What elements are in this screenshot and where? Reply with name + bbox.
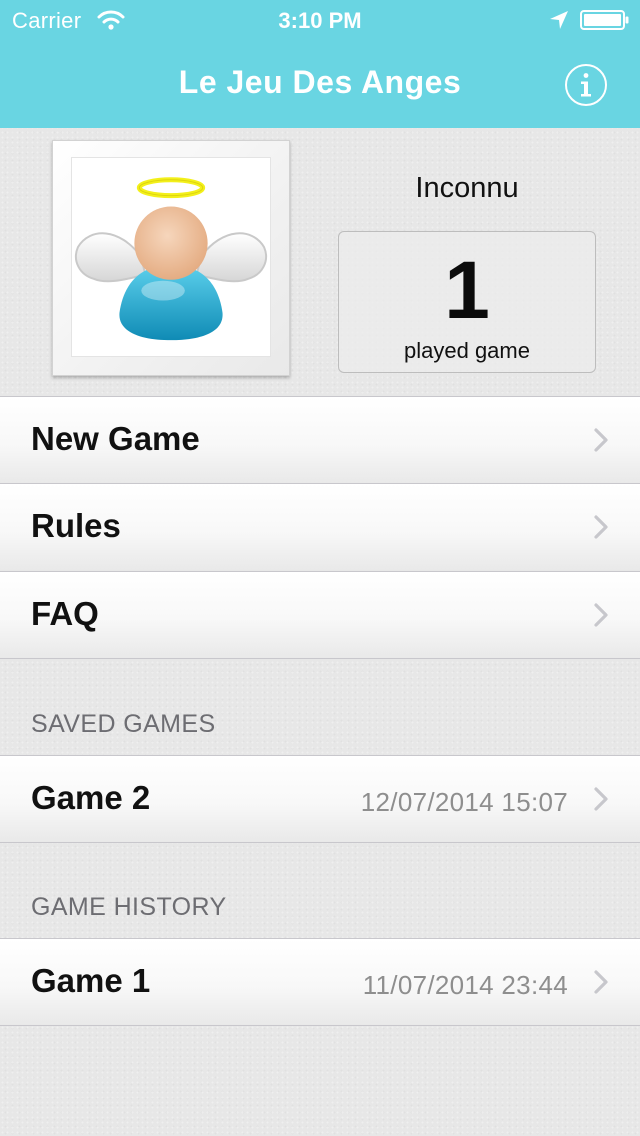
rules-label: Rules	[31, 507, 121, 544]
player-name: Inconnu	[415, 172, 519, 204]
battery-icon	[580, 10, 629, 30]
saved-game-title: Game 2	[31, 779, 151, 816]
rules-button[interactable]: Rules	[0, 484, 640, 570]
faq-button[interactable]: FAQ	[0, 572, 640, 658]
chevron-right-icon	[594, 970, 608, 994]
new-game-label: New Game	[31, 420, 200, 457]
divider	[0, 658, 640, 659]
game-history-header: GAME HISTORY	[31, 893, 227, 921]
chevron-right-icon	[594, 603, 608, 627]
profile-header: Inconnu 1 played game	[0, 128, 640, 396]
info-icon[interactable]	[564, 63, 608, 107]
avatar	[71, 157, 271, 357]
status-time: 3:10 PM	[278, 8, 362, 33]
angel-avatar-icon	[74, 177, 268, 341]
avatar-frame	[52, 140, 290, 376]
history-game-date: 11/07/2014 23:44	[362, 970, 568, 1000]
chevron-right-icon	[594, 787, 608, 811]
top-bar: Carrier 3:10 PM Le Jeu Des Anges	[0, 0, 640, 128]
history-game-row[interactable]: Game 1 11/07/2014 23:44	[0, 939, 640, 1025]
divider	[0, 842, 640, 843]
page-title: Le Jeu Des Anges	[178, 64, 462, 100]
played-games-stat: 1 played game	[338, 231, 596, 373]
new-game-button[interactable]: New Game	[0, 397, 640, 483]
faq-label: FAQ	[31, 595, 99, 632]
location-arrow-icon	[550, 11, 568, 29]
saved-game-date: 12/07/2014 15:07	[360, 787, 568, 817]
played-label: played game	[404, 338, 530, 363]
chevron-right-icon	[594, 515, 608, 539]
divider	[0, 1025, 640, 1026]
played-count: 1	[444, 245, 490, 336]
chevron-right-icon	[594, 428, 608, 452]
saved-game-row[interactable]: Game 2 12/07/2014 15:07	[0, 756, 640, 842]
saved-games-header: SAVED GAMES	[31, 710, 216, 738]
status-bar: Carrier 3:10 PM	[0, 0, 640, 40]
history-game-title: Game 1	[31, 962, 151, 999]
